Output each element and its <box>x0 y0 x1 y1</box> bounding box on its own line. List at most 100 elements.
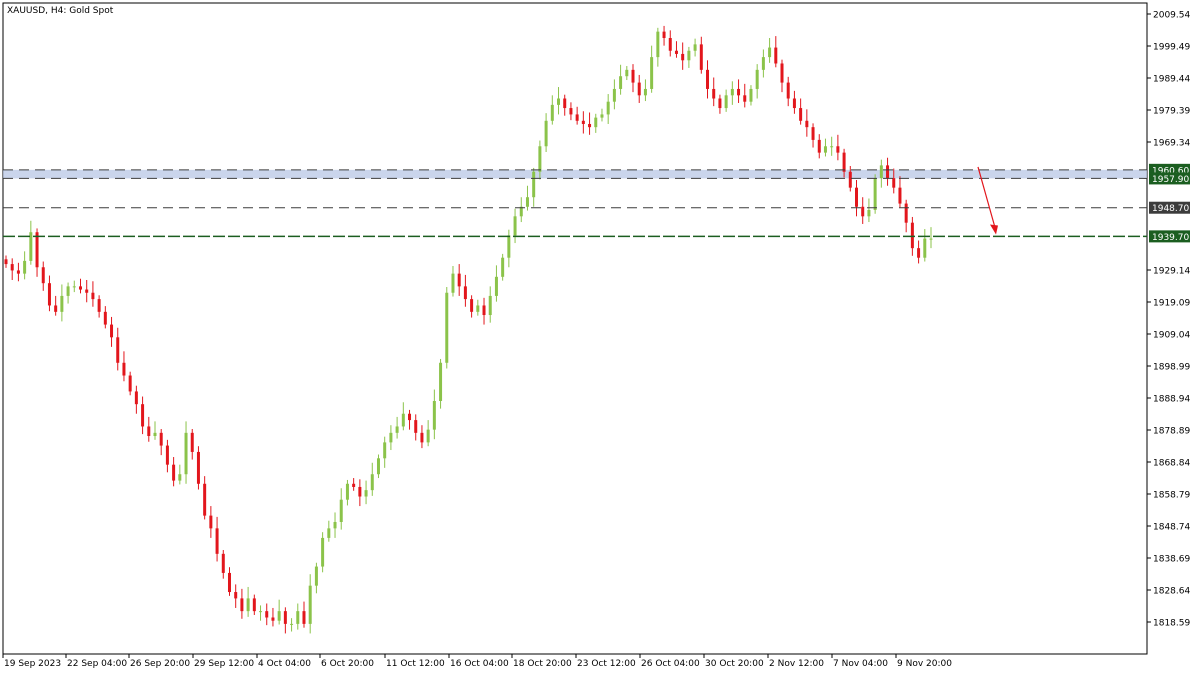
x-tick-label: 26 Sep 20:00 <box>130 659 190 669</box>
candle-body <box>302 611 306 624</box>
candle-body <box>662 31 666 39</box>
candle-body <box>656 31 660 58</box>
y-axis: 2009.54 1999.49 1989.44 1979.39 1969.34 1929.… <box>1147 11 1190 629</box>
candle-body <box>296 611 300 624</box>
candle-body <box>687 50 691 61</box>
candle-body <box>35 232 39 268</box>
candle-body <box>277 611 281 621</box>
candle-body <box>383 442 387 459</box>
candle-body <box>761 57 765 70</box>
candle-body <box>259 611 263 613</box>
y-tick-label: 1898.99 <box>1153 363 1190 373</box>
x-axis: 19 Sep 2023 22 Sep 04:00 26 Sep 20:00 29 Se… <box>2 654 952 669</box>
candle-body <box>718 98 722 109</box>
chart-title: XAUUSD, H4: Gold Spot <box>7 6 114 16</box>
candle-body <box>563 98 567 109</box>
candle-body <box>488 295 492 316</box>
candle-body <box>457 273 461 287</box>
candle-body <box>569 108 573 115</box>
y-tick-label: 1919.09 <box>1153 299 1190 309</box>
candle-body <box>482 305 486 316</box>
candle-body <box>414 420 418 433</box>
candle-body <box>128 375 132 392</box>
candle-body <box>606 101 610 115</box>
candle-body <box>432 400 436 430</box>
x-tick-label: 11 Oct 12:00 <box>386 659 445 669</box>
candle-body <box>749 88 753 102</box>
candle <box>445 287 449 369</box>
y-tick-label: 2009.54 <box>1153 11 1190 21</box>
candle-body <box>184 432 188 475</box>
candle-body <box>203 483 207 516</box>
candle-body <box>470 299 474 312</box>
x-tick-label: 9 Nov 20:00 <box>897 659 952 669</box>
candle-body <box>72 286 76 288</box>
candle-body <box>265 611 269 618</box>
price-chart[interactable]: XAUUSD, H4: Gold Spot 1960.601957.901948… <box>0 0 1200 675</box>
candle-body <box>314 566 318 586</box>
candle-body <box>401 413 405 427</box>
candle-body <box>290 623 294 625</box>
candle-body <box>78 286 82 290</box>
candle-body <box>246 598 250 612</box>
y-tick-label: 1989.44 <box>1153 75 1190 85</box>
candle-body <box>345 483 349 500</box>
candle-body <box>581 120 585 124</box>
candle-body <box>619 76 623 89</box>
candle-body <box>525 197 529 207</box>
y-tick-label: 1909.04 <box>1153 331 1190 341</box>
candle-body <box>823 146 827 153</box>
candle-body <box>774 47 778 64</box>
candle-body <box>240 598 244 612</box>
x-tick-label: 29 Sep 12:00 <box>194 659 254 669</box>
candle-body <box>196 451 200 484</box>
candle-body <box>252 598 256 612</box>
resistance-zone <box>3 169 1147 179</box>
y-tick-label: 1969.34 <box>1153 139 1190 149</box>
candle-body <box>929 238 933 240</box>
candle-body <box>786 82 790 99</box>
candle-body <box>743 95 747 102</box>
candle-body <box>799 108 803 121</box>
x-tick-label: 7 Nov 04:00 <box>833 659 888 669</box>
candle-body <box>178 474 182 481</box>
y-tick-label: 1858.79 <box>1153 491 1190 501</box>
x-tick-label: 18 Oct 20:00 <box>513 659 572 669</box>
candle-body <box>699 44 703 70</box>
candle-body <box>60 295 64 312</box>
candle-body <box>134 391 138 405</box>
candle-body <box>898 187 902 204</box>
candle-body <box>10 264 14 271</box>
candle-body <box>706 69 710 89</box>
y-tick-label: 1818.59 <box>1153 619 1190 629</box>
candle-body <box>91 292 95 300</box>
candle-body <box>172 464 176 481</box>
candle-body <box>780 63 784 83</box>
y-tick-label: 1929.14 <box>1153 267 1190 277</box>
candle-body <box>737 88 741 96</box>
y-tick-label: 1828.64 <box>1153 587 1190 597</box>
candle-body <box>352 483 356 487</box>
candle-body <box>215 528 219 554</box>
candle-body <box>333 521 337 529</box>
candle-body <box>103 311 107 325</box>
candle-body <box>426 429 430 443</box>
candle-body <box>650 57 654 89</box>
level-label: 1939.70 <box>1152 233 1189 243</box>
candle-body <box>879 165 883 179</box>
candle-body <box>141 404 145 427</box>
candle-body <box>501 257 505 277</box>
candle-body <box>730 88 734 96</box>
y-tick-label: 1878.89 <box>1153 427 1190 437</box>
candle-body <box>451 273 455 293</box>
candle-body <box>612 88 616 102</box>
candle-body <box>755 69 759 89</box>
candle-body <box>544 120 548 147</box>
candle-body <box>600 114 604 118</box>
candle-body <box>16 270 20 274</box>
candle-body <box>308 585 312 624</box>
candle-body <box>631 69 635 83</box>
candle-body <box>637 82 641 96</box>
candle <box>196 446 200 490</box>
candle-body <box>116 337 120 363</box>
